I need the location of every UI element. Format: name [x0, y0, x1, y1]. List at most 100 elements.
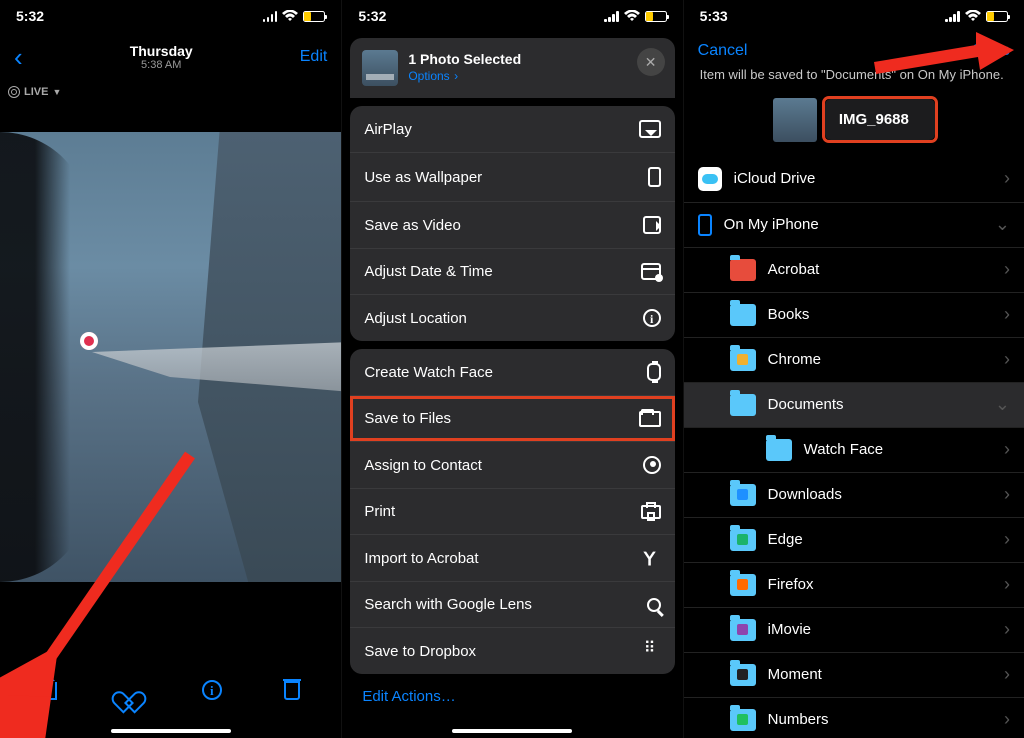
battery-icon [303, 11, 325, 22]
locations-list: iCloud Drive › On My iPhone ⌄ Acrobat›Bo… [684, 156, 1024, 738]
iphone-icon [698, 214, 712, 236]
folder-downloads[interactable]: Downloads› [684, 473, 1024, 518]
action-import-to-acrobat[interactable]: Import to Acrobat [350, 535, 674, 582]
action-label: Print [364, 503, 395, 520]
chevron-right-icon: › [1004, 574, 1010, 595]
delete-button[interactable] [284, 680, 300, 706]
chevron-right-icon: › [1004, 484, 1010, 505]
info-button[interactable] [202, 680, 222, 706]
folder-icon [730, 259, 756, 281]
favorite-button[interactable] [119, 680, 139, 706]
action-print[interactable]: Print [350, 489, 674, 535]
action-group: Create Watch Face Save to Files Assign to … [350, 349, 674, 674]
chevron-down-icon: ▼ [52, 87, 61, 97]
folder-books[interactable]: Books› [684, 293, 1024, 338]
location-icloud[interactable]: iCloud Drive › [684, 156, 1024, 203]
chevron-right-icon: › [1004, 664, 1010, 685]
location-label: iCloud Drive [734, 170, 992, 187]
battery-icon [986, 11, 1008, 22]
action-adjust-location[interactable]: Adjust Location [350, 295, 674, 341]
signal-icon [604, 11, 619, 22]
folder-label: Firefox [768, 576, 992, 593]
filename-input[interactable] [825, 99, 935, 140]
action-create-watch-face[interactable]: Create Watch Face [350, 349, 674, 396]
folder-edge[interactable]: Edge› [684, 518, 1024, 563]
folder-chrome[interactable]: Chrome› [684, 338, 1024, 383]
filename-highlight [825, 99, 935, 140]
action-airplay[interactable]: AirPlay [350, 106, 674, 153]
action-adjust-date-time[interactable]: Adjust Date & Time [350, 249, 674, 295]
folder-firefox[interactable]: Firefox › [684, 563, 1024, 608]
photos-header: ‹ Thursday 5:38 AM Edit [0, 32, 341, 82]
status-time: 5:32 [358, 8, 386, 24]
live-badge[interactable]: LIVE ▼ [0, 82, 69, 102]
chevron-right-icon: › [1004, 619, 1010, 640]
status-time: 5:32 [16, 8, 44, 24]
action-search-with-google-lens[interactable]: Search with Google Lens [350, 582, 674, 628]
screen-save-file: 5:33 Cancel Save Item will be saved to "… [683, 0, 1024, 738]
folder-list: Acrobat›Books›Chrome›Documents⌄Watch Fac… [684, 248, 1024, 738]
folder-label: Acrobat [768, 261, 992, 278]
share-thumbnail [362, 50, 398, 86]
folder-icon [730, 529, 756, 551]
back-button[interactable]: ‹ [14, 44, 23, 70]
wifi-icon [965, 10, 981, 22]
wifi-icon [624, 10, 640, 22]
status-bar: 5:33 [684, 0, 1024, 32]
home-indicator[interactable] [452, 729, 572, 733]
action-label: Save as Video [364, 217, 460, 234]
close-button[interactable]: ✕ [637, 48, 665, 76]
action-save-to-dropbox[interactable]: Save to Dropbox [350, 628, 674, 674]
folder-icon [730, 349, 756, 371]
folder-acrobat[interactable]: Acrobat› [684, 248, 1024, 293]
edit-button[interactable]: Edit [300, 48, 328, 66]
chevron-down-icon: ⌄ [995, 394, 1010, 415]
action-label: AirPlay [364, 121, 412, 138]
action-use-as-wallpaper[interactable]: Use as Wallpaper [350, 153, 674, 202]
folder-moment[interactable]: Moment› [684, 653, 1024, 698]
folder-label: Numbers [768, 711, 992, 728]
photo-toolbar [0, 668, 341, 718]
location-onmyiphone[interactable]: On My iPhone ⌄ [684, 203, 1024, 248]
share-button[interactable] [41, 680, 57, 706]
battery-icon [645, 11, 667, 22]
status-icons [945, 10, 1008, 22]
folder-icon [639, 411, 661, 427]
action-label: Adjust Date & Time [364, 263, 492, 280]
chevron-down-icon: ⌄ [995, 214, 1010, 235]
save-description: Item will be saved to "Documents" on On … [684, 66, 1024, 94]
status-icons [263, 10, 326, 22]
action-assign-to-contact[interactable]: Assign to Contact [350, 442, 674, 489]
folder-documents[interactable]: Documents⌄ [684, 383, 1024, 428]
airplay-icon [639, 120, 661, 138]
header-day: Thursday [130, 43, 193, 59]
file-thumbnail [773, 98, 817, 142]
signal-icon [945, 11, 960, 22]
edit-actions-link[interactable]: Edit Actions… [342, 674, 682, 719]
folder-watch-face[interactable]: Watch Face› [684, 428, 1024, 473]
folder-label: Books [768, 306, 992, 323]
folder-icon [730, 709, 756, 731]
cancel-button[interactable]: Cancel [698, 42, 748, 60]
action-save-to-files[interactable]: Save to Files [350, 396, 674, 442]
share-options-label: Options [408, 69, 449, 83]
folder-numbers[interactable]: Numbers› [684, 698, 1024, 738]
info-icon [643, 309, 661, 327]
photo-preview[interactable] [0, 132, 341, 582]
home-indicator[interactable] [111, 729, 231, 733]
action-group: AirPlay Use as Wallpaper Save as Video Adju… [350, 106, 674, 341]
folder-imovie[interactable]: iMovie› [684, 608, 1024, 653]
chevron-right-icon: › [1004, 168, 1010, 189]
action-label: Save to Files [364, 410, 451, 427]
action-label: Save to Dropbox [364, 643, 476, 660]
action-label: Import to Acrobat [364, 550, 478, 567]
status-bar: 5:32 [0, 0, 341, 32]
screen-photos: 5:32 ‹ Thursday 5:38 AM Edit LIVE ▼ [0, 0, 341, 738]
chevron-right-icon: › [1004, 349, 1010, 370]
folder-label: Edge [768, 531, 992, 548]
contact-icon [643, 456, 661, 474]
action-save-as-video[interactable]: Save as Video [350, 202, 674, 249]
share-options-link[interactable]: Options › [408, 67, 521, 85]
save-button[interactable]: Save [973, 42, 1010, 60]
live-icon [8, 86, 20, 98]
